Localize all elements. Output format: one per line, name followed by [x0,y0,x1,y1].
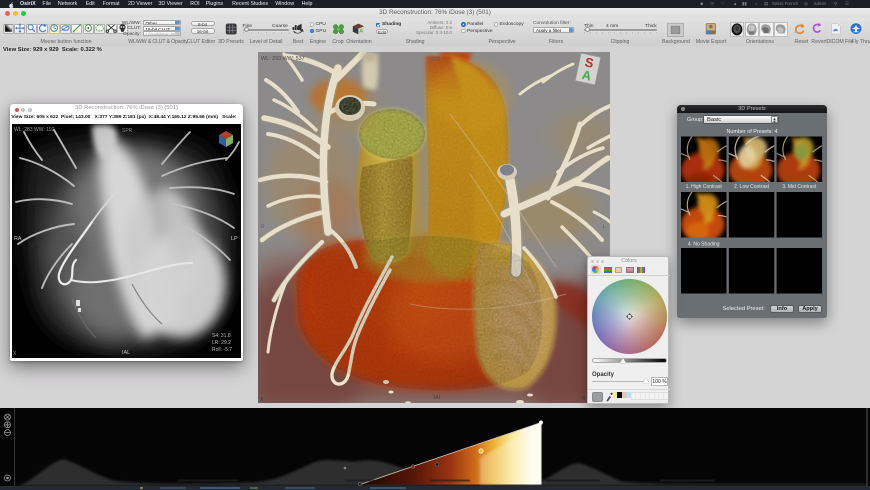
svg-text:LR: 29.2: LR: 29.2 [212,340,231,346]
svg-text:LP: LP [231,236,238,242]
svg-text:L: L [603,224,606,230]
svg-text:SPR: SPR [430,57,441,63]
svg-text:2. Low Contrast: 2. Low Contrast [734,184,770,190]
svg-text:1. High Contrast: 1. High Contrast [686,184,723,190]
svg-text:WL: 283 WW: 192: WL: 283 WW: 192 [14,127,55,133]
svg-text:3. Mid Contrast: 3. Mid Contrast [782,184,817,190]
svg-text:IAI: IAI [434,395,440,401]
svg-text:R: R [582,396,586,402]
svg-text:WL: 293 WW: 537: WL: 293 WW: 537 [261,56,305,62]
svg-text:Roll: -5.7: Roll: -5.7 [212,347,232,353]
svg-text:IAL: IAL [122,350,130,356]
svg-text:RA: RA [14,236,22,242]
svg-text:R: R [261,224,265,230]
svg-text:S4: 31.8: S4: 31.8 [212,333,231,339]
svg-text:4. No Shading: 4. No Shading [688,242,720,248]
svg-text:SPR: SPR [122,128,133,134]
